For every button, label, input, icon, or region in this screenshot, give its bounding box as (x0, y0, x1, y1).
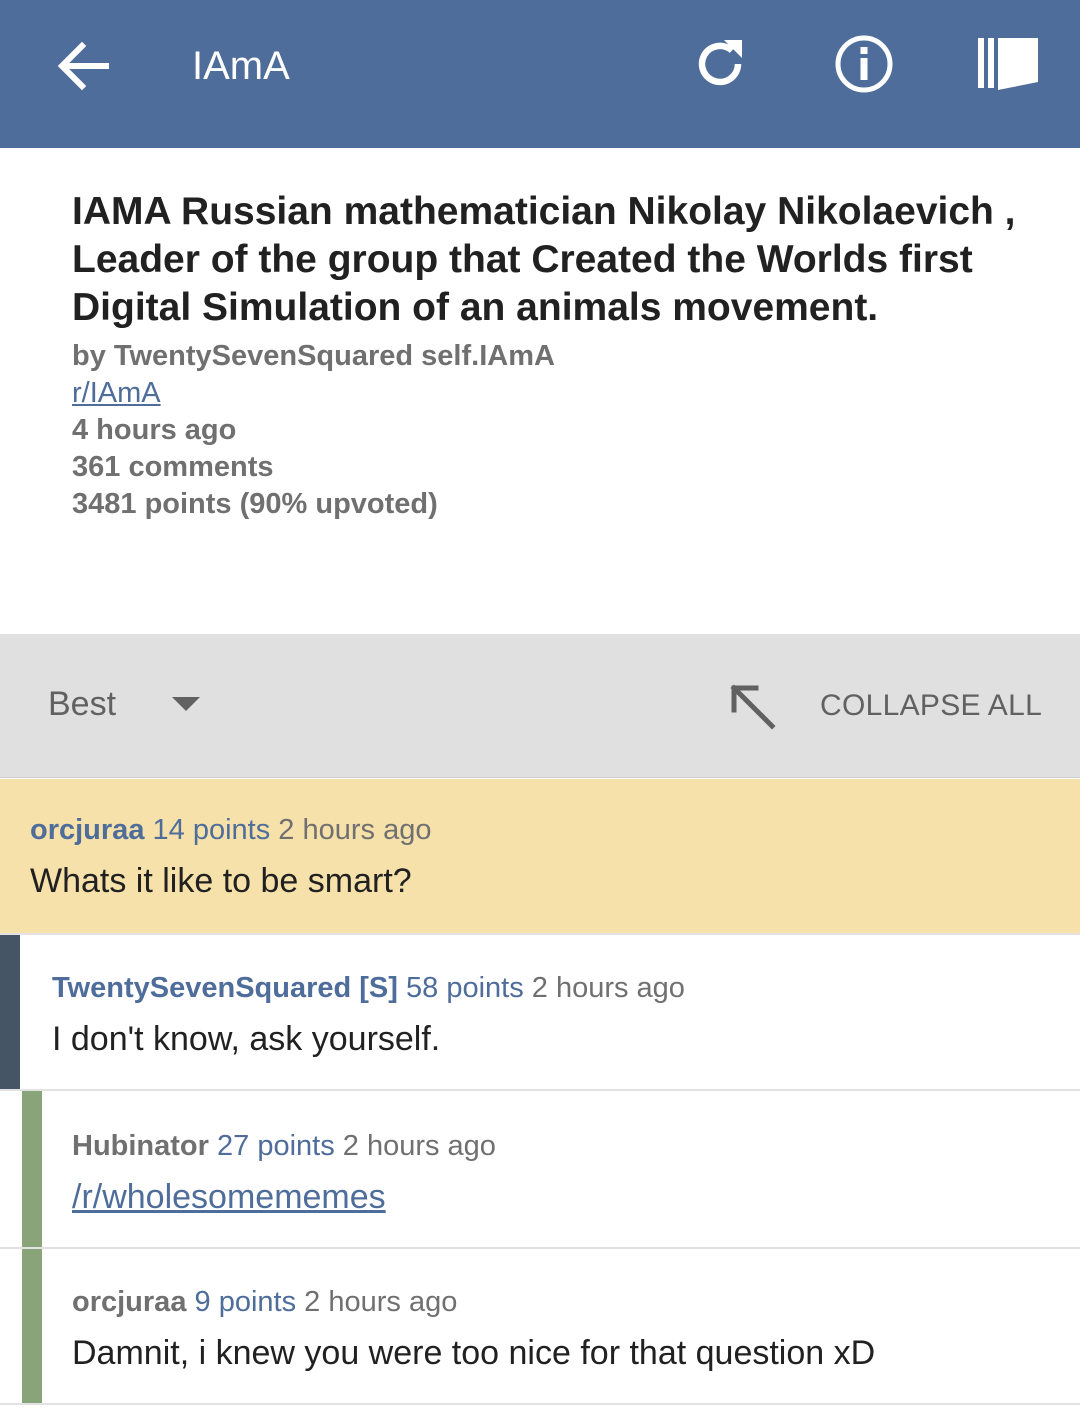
info-icon[interactable] (828, 28, 900, 100)
comment-time: 2 hours ago (342, 1130, 496, 1162)
comment-author[interactable]: orcjuraa (72, 1286, 186, 1318)
comment[interactable]: orcjuraa 9 points 2 hours ago Damnit, i … (0, 1249, 1080, 1405)
post-title: IAMA Russian mathematician Nikolay Nikol… (72, 190, 1016, 329)
comment-points: 14 points (152, 814, 271, 846)
comment-author[interactable]: TwentySevenSquared [S] (52, 972, 398, 1004)
comment-meta: orcjuraa 9 points 2 hours ago (72, 1283, 457, 1321)
comment[interactable]: Hubinator 27 points 2 hours ago /r/whole… (0, 1091, 1080, 1249)
post-header: IAMA Russian mathematician Nikolay Nikol… (0, 148, 1080, 634)
comment-points: 27 points (217, 1130, 335, 1162)
post-byline: by TwentySevenSquared self.IAmA (72, 340, 555, 372)
comment-time: 2 hours ago (304, 1286, 458, 1318)
post-meta: by TwentySevenSquared self.IAmA r/IAmA 4… (72, 338, 972, 523)
sidebar-icon[interactable] (970, 28, 1046, 100)
subreddit-link[interactable]: r/IAmA (72, 377, 161, 409)
comment[interactable]: TwentySevenSquared [S] 58 points 2 hours… (0, 935, 1080, 1091)
comment-depth-bar (22, 1091, 42, 1247)
post-comment-count: 361 comments (72, 451, 274, 483)
comment-time: 2 hours ago (278, 814, 432, 846)
comment-meta: Hubinator 27 points 2 hours ago (72, 1127, 496, 1165)
post-points: 3481 points (90% upvoted) (72, 488, 438, 520)
comment-points: 58 points (406, 972, 524, 1004)
comment-meta: TwentySevenSquared [S] 58 points 2 hours… (52, 969, 685, 1007)
sort-dropdown[interactable]: Best (48, 682, 116, 726)
collapse-all-button[interactable]: COLLAPSE ALL (820, 686, 1042, 726)
collapse-arrow-icon[interactable] (726, 680, 780, 734)
comment-depth-bar (22, 1249, 42, 1403)
comment-body: Damnit, i knew you were too nice for tha… (72, 1334, 876, 1372)
comment-sort-bar: Best COLLAPSE ALL (0, 634, 1080, 778)
comment-author[interactable]: orcjuraa (30, 814, 144, 846)
toolbar-title: IAmA (192, 44, 290, 88)
post-age: 4 hours ago (72, 414, 237, 446)
comment-body: I don't know, ask yourself. (52, 1020, 441, 1058)
app-toolbar: IAmA (0, 0, 1080, 148)
refresh-icon[interactable] (684, 28, 756, 100)
comment-depth-bar (0, 935, 20, 1089)
comment[interactable]: orcjuraa 14 points 2 hours ago Whats it … (0, 779, 1080, 935)
comment-author[interactable]: Hubinator (72, 1130, 209, 1162)
dropdown-arrow-icon[interactable] (170, 694, 202, 714)
arrow-back-icon[interactable] (48, 30, 120, 102)
comment-body-link[interactable]: /r/wholesomememes (72, 1175, 386, 1219)
comment-points: 9 points (194, 1286, 297, 1318)
comment-body: Whats it like to be smart? (30, 862, 412, 900)
comment-meta: orcjuraa 14 points 2 hours ago (30, 811, 431, 849)
comment-time: 2 hours ago (531, 972, 685, 1004)
